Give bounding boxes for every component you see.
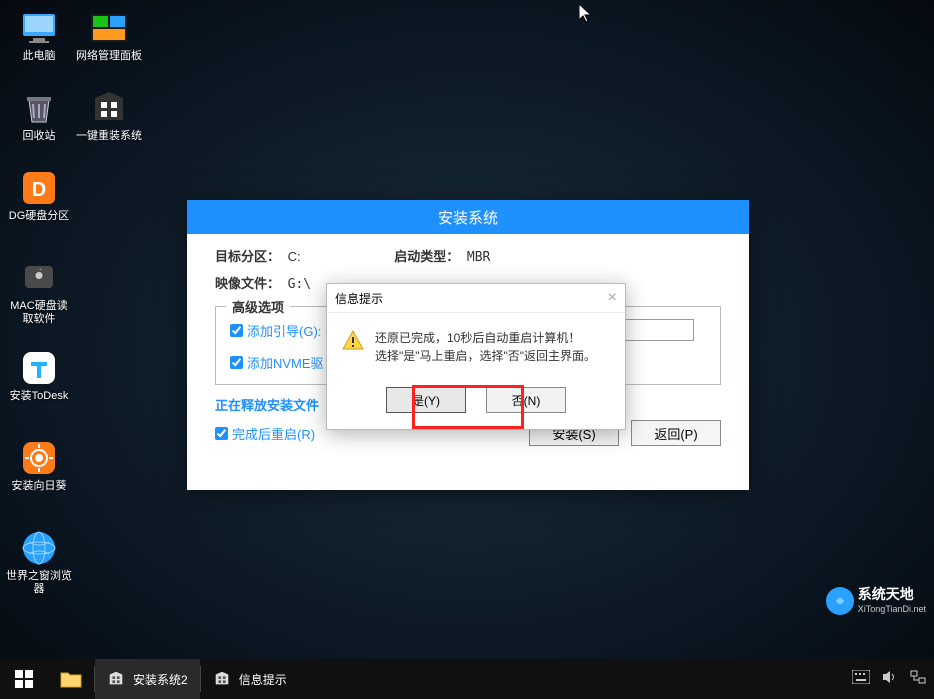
target-label: 目标分区： (215, 246, 280, 265)
theworld-browser-icon (19, 528, 59, 568)
close-icon[interactable]: × (608, 289, 617, 307)
image-value: G:\ (288, 277, 311, 292)
start-button[interactable] (0, 659, 48, 699)
icon-label: 此电脑 (23, 50, 56, 63)
reinstall-os-icon (89, 88, 129, 128)
taskbar-item-modal[interactable]: 信息提示 (201, 659, 299, 699)
tray-volume-icon[interactable] (882, 670, 898, 689)
tray-keyboard-icon[interactable] (852, 670, 870, 689)
recycle-bin-icon (19, 88, 59, 128)
no-button[interactable]: 否(N) (486, 387, 566, 413)
add-nvme-label: 添加NVME驱 (247, 353, 324, 372)
installer-titlebar[interactable]: 安装系统 (187, 200, 749, 234)
diskgenius-icon: D (19, 168, 59, 208)
taskbar-item-label: 信息提示 (239, 671, 287, 688)
mac-disk-icon (19, 258, 59, 298)
target-value: C: (288, 249, 301, 264)
icon-label: 安装ToDesk (10, 390, 69, 403)
taskbar-item-label: 安装系统2 (133, 671, 188, 688)
task-app-icon (213, 670, 231, 688)
network-panel-icon (89, 8, 129, 48)
icon-label: 网络管理面板 (76, 50, 142, 63)
modal-line-1: 还原已完成，10秒后自动重启计算机！ (375, 329, 596, 347)
back-button[interactable]: 返回(P) (631, 420, 721, 446)
image-label: 映像文件： (215, 273, 280, 292)
mac-disk-reader[interactable]: MAC硬盘读取软件 (4, 254, 74, 344)
watermark-url: XiTongTianDi.net (858, 604, 926, 614)
diskgenius[interactable]: D DG硬盘分区 (4, 164, 74, 254)
network-panel[interactable]: 网络管理面板 (74, 4, 144, 84)
this-pc[interactable]: 此电脑 (4, 4, 74, 84)
add-nvme-checkbox[interactable] (230, 356, 243, 369)
taskbar-item-installer[interactable]: 安装系统2 (95, 659, 200, 699)
add-boot-checkbox[interactable] (230, 324, 243, 337)
boot-label: 启动类型： (394, 246, 459, 265)
watermark-icon (826, 587, 854, 615)
warning-icon (341, 329, 365, 353)
modal-title-text: 信息提示 (335, 290, 383, 307)
icon-label: 世界之窗浏览器 (6, 570, 72, 596)
tray-network-icon[interactable] (910, 670, 926, 689)
todesk[interactable]: 安装ToDesk (4, 344, 74, 434)
advanced-legend: 高级选项 (226, 297, 290, 316)
desktop: 此电脑 网络管理面板 回收站 一键重装系统 D DG硬盘分区 (0, 0, 934, 659)
sunlogin-icon (19, 438, 59, 478)
this-pc-icon (19, 8, 59, 48)
boot-value: MBR (467, 250, 490, 265)
theworld-browser[interactable]: 世界之窗浏览器 (4, 524, 74, 614)
modal-line-2: 选择"是"马上重启，选择"否"返回主界面。 (375, 347, 596, 365)
svg-text:D: D (32, 179, 46, 201)
icon-label: 回收站 (23, 130, 56, 143)
system-tray (852, 670, 934, 689)
icon-label: 一键重装系统 (76, 130, 142, 143)
reinstall-os[interactable]: 一键重装系统 (74, 84, 144, 164)
reboot-label: 完成后重启(R) (232, 424, 315, 443)
watermark-title: 系统天地 (858, 586, 914, 602)
modal-titlebar[interactable]: 信息提示 × (327, 284, 625, 313)
add-boot-label: 添加引导(G): (247, 321, 321, 340)
yes-button[interactable]: 是(Y) (386, 387, 466, 413)
icon-label: DG硬盘分区 (9, 210, 70, 223)
explorer-icon[interactable] (48, 659, 94, 699)
cursor-icon (579, 4, 595, 29)
installer-title: 安装系统 (438, 207, 498, 228)
taskbar: 安装系统2 信息提示 (0, 659, 934, 699)
reboot-checkbox[interactable] (215, 427, 228, 440)
todesk-icon (19, 348, 59, 388)
modal-text: 还原已完成，10秒后自动重启计算机！ 选择"是"马上重启，选择"否"返回主界面。 (375, 329, 596, 365)
icon-label: MAC硬盘读取软件 (6, 300, 72, 326)
watermark: 系统天地 XiTongTianDi.net (826, 587, 926, 615)
info-modal: 信息提示 × 还原已完成，10秒后自动重启计算机！ 选择"是"马上重启，选择"否… (326, 283, 626, 430)
task-app-icon (107, 670, 125, 688)
icon-label: 安装向日葵 (12, 480, 67, 493)
sunlogin[interactable]: 安装向日葵 (4, 434, 74, 524)
recycle-bin[interactable]: 回收站 (4, 84, 74, 164)
